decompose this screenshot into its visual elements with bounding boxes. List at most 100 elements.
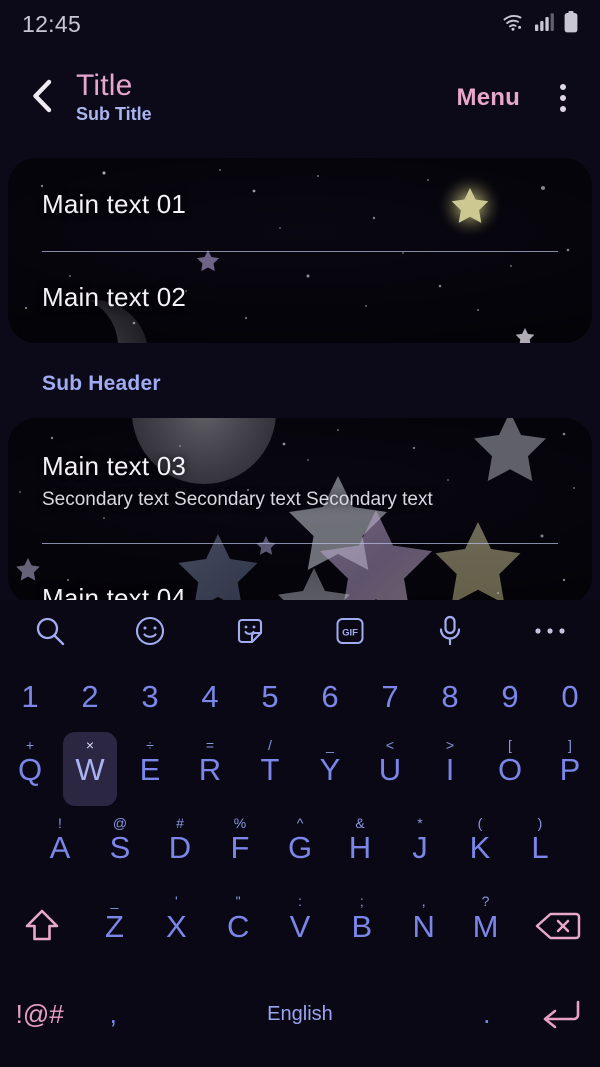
key-label: H [348,829,372,865]
list-item-main-text: Main text 03 [42,450,187,481]
list-item-main-text: Main text 02 [42,281,187,312]
key-o[interactable]: [O [480,730,540,808]
key-m[interactable]: ? M [455,886,517,966]
key-label: V [289,908,311,944]
key-d[interactable]: # D [150,808,210,886]
list-item[interactable]: Main text 01 [8,158,592,251]
app-bar-actions: Menu [443,70,600,126]
key-0[interactable]: 0 [540,662,600,730]
comma-key-label: , [109,998,117,1029]
search-icon[interactable] [0,600,100,662]
keyboard-bottom-row: !@# , English . [0,972,600,1056]
kebab-dot [560,106,566,112]
key-z[interactable]: _ Z [84,886,146,966]
key-label: Z [104,908,124,944]
key-k[interactable]: (K [450,808,510,886]
key-symbol-hint: > [445,737,455,753]
kebab-dot [560,95,566,101]
list-item[interactable]: Main text 04 [8,543,592,606]
key-3[interactable]: 3 [120,662,180,730]
symbols-key[interactable]: !@# [0,972,79,1056]
key-label: P [559,751,581,787]
list-item[interactable]: Main text 02 [8,251,592,343]
key-label: S [109,829,131,865]
keyboard-row-qwerty: + Q × W ÷ E = R / T _ Y < U > I[O] P [0,730,600,808]
comma-key[interactable]: , [79,972,147,1056]
status-bar: 12:45 [0,0,600,48]
overflow-menu-button[interactable] [538,70,588,126]
key-symbol-hint: ] [568,737,572,753]
keyboard-row-asdf: ! A @ S # D% F ^ G & H * J(K) L [0,808,600,886]
enter-key[interactable] [521,972,600,1056]
key-a[interactable]: ! A [30,808,90,886]
key-label: 0 [561,678,579,714]
key-label: J [412,829,428,865]
key-9[interactable]: 9 [480,662,540,730]
key-label: F [230,829,250,865]
emoji-icon[interactable] [100,600,200,662]
key-n[interactable]: ,N [393,886,455,966]
key-1[interactable]: 1 [0,662,60,730]
key-e[interactable]: ÷ E [120,730,180,808]
key-symbol-hint: ( [477,815,483,831]
key-symbol-hint: @ [112,815,128,831]
sticker-icon[interactable] [200,600,300,662]
key-i[interactable]: > I [420,730,480,808]
key-symbol-hint: " [235,893,241,909]
space-key[interactable]: English [147,972,453,1056]
key-label: X [165,908,187,944]
key-label: Q [17,751,43,787]
key-q[interactable]: + Q [0,730,60,808]
backspace-key[interactable] [517,886,600,966]
period-key[interactable]: . [453,972,521,1056]
menu-button[interactable]: Menu [443,72,534,124]
key-j[interactable]: * J [390,808,450,886]
key-v[interactable]: :V [269,886,331,966]
section-header: Sub Header [42,372,161,395]
key-b[interactable]: ; B [331,886,393,966]
key-symbol-hint: , [421,893,426,909]
key-symbol-hint: & [355,815,365,831]
key-f[interactable]: % F [210,808,270,886]
key-h[interactable]: & H [330,808,390,886]
key-symbol-hint: % [233,815,247,831]
app-bar-titles: Title Sub Title [76,69,152,126]
page-title: Title [76,69,133,103]
key-t[interactable]: / T [240,730,300,808]
key-c[interactable]: " C [207,886,269,966]
key-2[interactable]: 2 [60,662,120,730]
key-5[interactable]: 5 [240,662,300,730]
gif-icon[interactable]: GIF [300,600,400,662]
key-label: R [198,751,222,787]
key-s[interactable]: @ S [90,808,150,886]
key-symbol-hint: ) [537,815,543,831]
key-label: A [49,829,71,865]
key-8[interactable]: 8 [420,662,480,730]
key-w[interactable]: × W [60,730,120,808]
key-r[interactable]: = R [180,730,240,808]
space-key-label: English [267,1002,333,1025]
key-4[interactable]: 4 [180,662,240,730]
list-item-secondary-text: Secondary text Secondary text Secondary … [42,488,433,510]
key-label: C [226,908,250,944]
key-symbol-hint: ÷ [146,737,154,753]
key-u[interactable]: < U [360,730,420,808]
key-symbol-hint: / [268,737,272,753]
key-l[interactable]: ) L [510,808,570,886]
key-g[interactable]: ^ G [270,808,330,886]
shift-key[interactable] [0,886,84,966]
keyboard-number-row: 1 2 3 4 5 6 7 8 9 0 [0,662,600,730]
symbols-key-label: !@# [15,998,64,1029]
key-x[interactable]: ' X [145,886,207,966]
key-p[interactable]: ] P [540,730,600,808]
key-7[interactable]: 7 [360,662,420,730]
back-button[interactable] [14,70,70,126]
key-label: Y [319,751,341,787]
key-6[interactable]: 6 [300,662,360,730]
keyboard-row-zxcv: _ Z ' X " C: V; B, N? M [0,886,600,966]
key-y[interactable]: _ Y [300,730,360,808]
key-label: 8 [441,678,459,714]
more-options-icon[interactable] [500,600,600,662]
list-item[interactable]: Main text 03 Secondary text Secondary te… [8,418,592,543]
microphone-icon[interactable] [400,600,500,662]
